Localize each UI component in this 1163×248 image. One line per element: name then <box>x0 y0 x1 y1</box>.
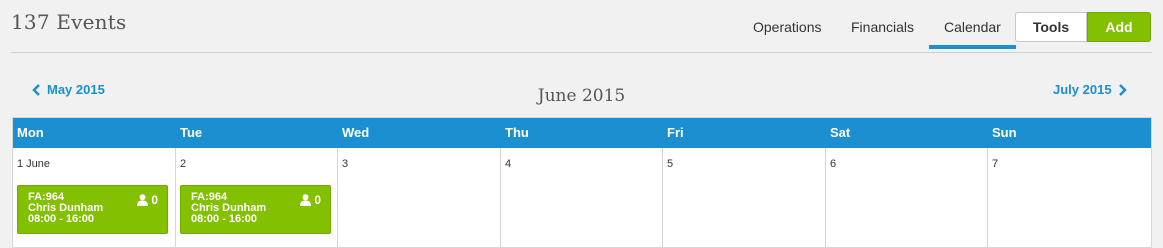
event-guests: 0 <box>137 194 158 206</box>
day-name-sun: Sun <box>992 125 1017 140</box>
page-title: 137 Events <box>11 10 127 34</box>
event-time: 08:00 - 16:00 <box>28 213 95 225</box>
current-month-title: June 2015 <box>537 86 626 106</box>
day-name-sat: Sat <box>830 125 851 140</box>
day-cell-fri[interactable]: 5 <box>663 148 826 248</box>
guest-count: 0 <box>151 192 158 207</box>
tab-operations[interactable]: Operations <box>753 19 821 35</box>
tab-calendar[interactable]: Calendar <box>929 19 1016 49</box>
day-cell-wed[interactable]: 3 <box>338 148 501 248</box>
day-number: 2 <box>180 158 187 170</box>
event-time: 08:00 - 16:00 <box>191 213 258 225</box>
day-cell-mon[interactable]: 1 June FA:964 Chris Dunham 08:00 - 16:00… <box>13 148 176 248</box>
day-number: 1 June <box>17 158 51 170</box>
day-number: 6 <box>830 158 837 170</box>
day-cell-tue[interactable]: 2 FA:964 Chris Dunham 08:00 - 16:00 0 <box>176 148 338 248</box>
day-number: 5 <box>667 158 674 170</box>
add-button[interactable]: Add <box>1087 12 1151 42</box>
header-divider <box>11 52 1152 53</box>
event-card[interactable]: FA:964 Chris Dunham 08:00 - 16:00 0 <box>180 185 331 234</box>
day-number: 7 <box>992 158 999 170</box>
next-month-link[interactable]: July 2015 <box>1053 82 1127 97</box>
chevron-right-icon <box>1118 83 1127 96</box>
page-header: 137 Events Operations Financials Calenda… <box>0 0 1163 53</box>
day-name-mon: Mon <box>17 125 44 140</box>
next-month-label: July 2015 <box>1053 82 1112 97</box>
tools-button[interactable]: Tools <box>1015 12 1087 42</box>
person-icon <box>137 194 149 206</box>
day-number: 3 <box>342 158 349 170</box>
tab-financials[interactable]: Financials <box>851 19 914 35</box>
day-cell-sat[interactable]: 6 <box>826 148 988 248</box>
event-guests: 0 <box>300 194 321 206</box>
guest-count: 0 <box>314 192 321 207</box>
calendar-grid: Mon Tue Wed Thu Fri Sat Sun 1 June FA:96… <box>12 117 1152 248</box>
day-name-fri: Fri <box>667 125 684 140</box>
day-cell-sun[interactable]: 7 <box>988 148 1151 248</box>
day-name-wed: Wed <box>342 125 370 140</box>
day-number: 4 <box>505 158 512 170</box>
person-icon <box>300 194 312 206</box>
calendar-header-row: Mon Tue Wed Thu Fri Sat Sun <box>13 118 1151 148</box>
day-name-thu: Thu <box>505 125 529 140</box>
day-cell-thu[interactable]: 4 <box>501 148 663 248</box>
event-card[interactable]: FA:964 Chris Dunham 08:00 - 16:00 0 <box>17 185 168 234</box>
day-name-tue: Tue <box>180 125 203 140</box>
